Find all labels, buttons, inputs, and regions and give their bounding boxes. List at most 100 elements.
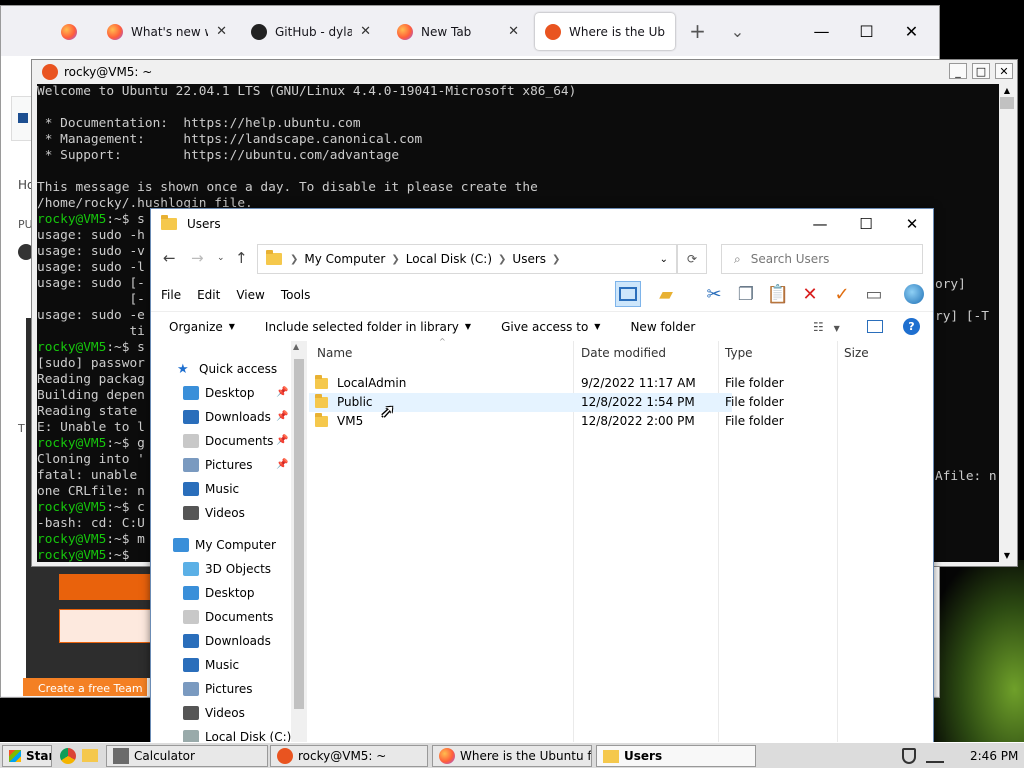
tab-askubuntu[interactable]: Where is the Ubu — [535, 13, 675, 50]
nav-item-desktop[interactable]: Desktop — [183, 582, 255, 604]
nav-item-pictures[interactable]: Pictures — [183, 678, 253, 700]
chevron-down-icon[interactable]: ⌄ — [660, 254, 668, 265]
close-tab-icon[interactable]: ✕ — [508, 24, 519, 39]
close-button[interactable]: ✕ — [889, 209, 935, 239]
nav-item-3d-objects[interactable]: 3D Objects — [183, 558, 271, 580]
taskbar-item-explorer[interactable]: Users — [596, 745, 756, 767]
terminal-titlebar[interactable]: rocky@VM5: ~ _ □ ✕ — [32, 60, 1017, 84]
view-options-icon[interactable]: ☷ ▼ — [813, 320, 840, 334]
breadcrumb-local-disk[interactable]: Local Disk (C:) — [406, 252, 492, 266]
file-row-vm5[interactable]: VM5 12/8/2022 2:00 PM File folder — [309, 412, 784, 431]
file-row-localadmin[interactable]: LocalAdmin 9/2/2022 11:17 AM File folder — [309, 374, 784, 393]
start-button[interactable]: Start — [2, 745, 52, 767]
tab-new-tab[interactable]: New Tab ✕ — [387, 13, 529, 50]
preview-pane-icon[interactable] — [615, 281, 641, 307]
new-tab-button[interactable]: + — [675, 14, 720, 48]
column-divider[interactable] — [837, 341, 838, 745]
pin-icon[interactable]: 📌 — [276, 411, 288, 422]
paste-icon[interactable]: 📋 — [765, 281, 791, 307]
explorer-titlebar[interactable]: Users — ☐ ✕ — [151, 209, 933, 239]
scroll-down-icon[interactable]: ▼ — [999, 551, 1015, 560]
promo-button[interactable] — [59, 574, 151, 600]
file-row-public[interactable]: Public 12/8/2022 1:54 PM File folder — [309, 393, 784, 412]
refresh-button[interactable]: ⟳ — [677, 244, 707, 274]
pin-icon[interactable]: 📌 — [276, 459, 288, 470]
include-in-library-button[interactable]: Include selected folder in library ▼ — [265, 320, 471, 334]
nav-item-documents[interactable]: Documents — [183, 430, 273, 452]
pin-icon[interactable]: 📌 — [276, 387, 288, 398]
security-shield-icon[interactable] — [902, 748, 916, 764]
clock[interactable]: 2:46 PM — [970, 749, 1018, 763]
tab-whats-new[interactable]: What's new with ✕ — [97, 13, 237, 50]
taskbar-item-terminal[interactable]: rocky@VM5: ~ — [270, 745, 428, 767]
nav-item-documents[interactable]: Documents — [183, 606, 273, 628]
maximize-button[interactable]: □ — [972, 63, 990, 79]
globe-icon[interactable] — [901, 281, 927, 307]
organize-button[interactable]: Organize ▼ — [169, 320, 235, 334]
menu-tools[interactable]: Tools — [281, 288, 311, 302]
taskbar-item-firefox[interactable]: Where is the Ubuntu fil... — [432, 745, 592, 767]
column-header-date[interactable]: Date modified — [581, 346, 666, 360]
nav-item-my-computer[interactable]: My Computer — [173, 534, 276, 556]
column-header-name[interactable]: Name — [317, 346, 352, 360]
nav-item-videos[interactable]: Videos — [183, 502, 245, 524]
scroll-up-icon[interactable]: ▲ — [293, 342, 299, 351]
maximize-button[interactable]: ☐ — [843, 209, 889, 239]
column-header-size[interactable]: Size — [844, 346, 869, 360]
copy-icon[interactable]: ❐ — [733, 281, 759, 307]
promo-button-secondary[interactable] — [59, 609, 151, 643]
menu-file[interactable]: File — [161, 288, 181, 302]
up-button[interactable]: ↑ — [235, 249, 248, 267]
page-sidebar-button[interactable] — [11, 96, 33, 141]
address-bar[interactable]: ❯ My Computer ❯ Local Disk (C:) ❯ Users … — [257, 244, 677, 274]
cut-icon[interactable]: ✂ — [701, 281, 727, 307]
terminal-prompt: rocky@VM5 — [37, 436, 107, 451]
menu-view[interactable]: View — [236, 288, 264, 302]
nav-item-downloads[interactable]: Downloads — [183, 406, 271, 428]
chrome-icon[interactable] — [60, 748, 76, 764]
list-tabs-button[interactable]: ⌄ — [715, 14, 760, 48]
nav-item-videos[interactable]: Videos — [183, 702, 245, 724]
properties-icon[interactable]: ▭ — [861, 281, 887, 307]
terminal-scrollbar[interactable]: ▲ ▼ — [999, 84, 1015, 562]
close-button[interactable]: ✕ — [995, 63, 1013, 79]
tab-github[interactable]: GitHub - dylanar ✕ — [241, 13, 381, 50]
column-header-type[interactable]: Type — [725, 346, 753, 360]
close-button[interactable]: ✕ — [889, 14, 934, 48]
back-button[interactable]: ← — [163, 249, 176, 267]
network-icon[interactable] — [926, 749, 944, 763]
nav-item-downloads[interactable]: Downloads — [183, 630, 271, 652]
new-folder-icon[interactable]: ▰ — [653, 281, 679, 307]
recent-locations-icon[interactable]: ⌄ — [217, 253, 225, 263]
nav-item-music[interactable]: Music — [183, 478, 239, 500]
file-explorer-icon[interactable] — [82, 749, 98, 762]
checkmark-icon[interactable]: ✓ — [829, 281, 855, 307]
menu-edit[interactable]: Edit — [197, 288, 220, 302]
new-folder-button[interactable]: New folder — [630, 320, 695, 334]
pin-icon[interactable]: 📌 — [276, 435, 288, 446]
give-access-button[interactable]: Give access to ▼ — [501, 320, 600, 334]
nav-item-desktop[interactable]: Desktop — [183, 382, 255, 404]
preview-pane-toggle-icon[interactable] — [867, 320, 883, 333]
minimize-button[interactable]: — — [799, 14, 844, 48]
close-tab-icon[interactable]: ✕ — [216, 24, 227, 39]
scroll-up-icon[interactable]: ▲ — [999, 86, 1015, 95]
nav-item-pictures[interactable]: Pictures — [183, 454, 253, 476]
minimize-button[interactable]: — — [797, 209, 843, 239]
navigation-scroll-thumb[interactable] — [294, 359, 304, 709]
nav-item-music[interactable]: Music — [183, 654, 239, 676]
scroll-thumb[interactable] — [1000, 97, 1014, 109]
close-tab-icon[interactable]: ✕ — [360, 24, 371, 39]
tab-pinned[interactable] — [51, 13, 91, 50]
breadcrumb-users[interactable]: Users — [512, 252, 546, 266]
help-icon[interactable]: ? — [903, 318, 920, 335]
forward-button[interactable]: → — [191, 249, 204, 267]
taskbar-item-calculator[interactable]: Calculator — [106, 745, 268, 767]
delete-icon[interactable]: ✕ — [797, 281, 823, 307]
minimize-button[interactable]: _ — [949, 63, 967, 79]
maximize-button[interactable]: ☐ — [844, 14, 889, 48]
search-box[interactable]: ⌕ Search Users — [721, 244, 923, 274]
breadcrumb-my-computer[interactable]: My Computer — [304, 252, 385, 266]
create-team-link[interactable]: Create a free Team — [23, 678, 147, 696]
nav-item-quick-access[interactable]: ★ Quick access — [177, 358, 277, 380]
